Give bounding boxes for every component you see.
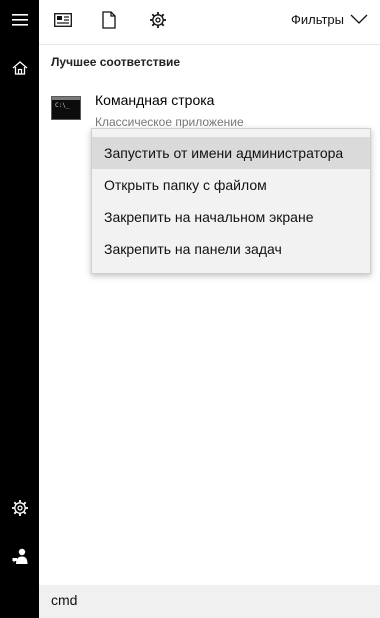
home-icon (12, 60, 28, 81)
hamburger-menu-button[interactable] (0, 4, 39, 40)
best-match-heading: Лучшее соответствие (51, 55, 181, 69)
left-rail (0, 0, 39, 618)
menu-item-pin-to-start[interactable]: Закрепить на начальном экране (92, 201, 370, 233)
filters-label: Фильтры (290, 12, 344, 27)
settings-button[interactable] (0, 492, 39, 528)
settings-icon (11, 499, 29, 522)
filters-dropdown[interactable]: Фильтры (291, 12, 368, 27)
document-button[interactable] (98, 10, 120, 34)
top-toolbar: Фильтры (39, 0, 380, 44)
news-button[interactable] (52, 11, 74, 33)
settings-icon (149, 11, 167, 34)
menu-item-open-file-location[interactable]: Открыть папку с файлом (92, 169, 370, 201)
toolbar-divider (39, 44, 380, 45)
document-icon (102, 10, 116, 34)
hamburger-icon (11, 13, 28, 31)
search-panel: Фильтры Лучшее соответствие C:\_ Командн… (39, 0, 380, 618)
search-input[interactable]: cmd (51, 592, 77, 608)
chevron-down-icon (350, 12, 368, 27)
news-icon (54, 12, 72, 32)
command-prompt-icon: C:\_ (51, 96, 81, 120)
menu-item-run-as-admin[interactable]: Запустить от имени администратора (92, 137, 370, 169)
context-menu: Запустить от имени администратора Открыт… (91, 128, 371, 274)
home-button[interactable] (0, 52, 39, 88)
result-command-prompt[interactable]: C:\_ Командная строка Классическое прило… (49, 88, 374, 130)
toolbar-settings-button[interactable] (147, 11, 169, 33)
result-title: Командная строка (95, 92, 215, 108)
result-subtitle: Классическое приложение (95, 115, 244, 129)
search-box[interactable]: cmd (39, 585, 380, 618)
feedback-button[interactable] (0, 540, 39, 576)
menu-item-pin-to-taskbar[interactable]: Закрепить на панели задач (92, 233, 370, 265)
command-prompt-icon-text: C:\_ (55, 102, 70, 109)
feedback-icon (12, 547, 28, 570)
